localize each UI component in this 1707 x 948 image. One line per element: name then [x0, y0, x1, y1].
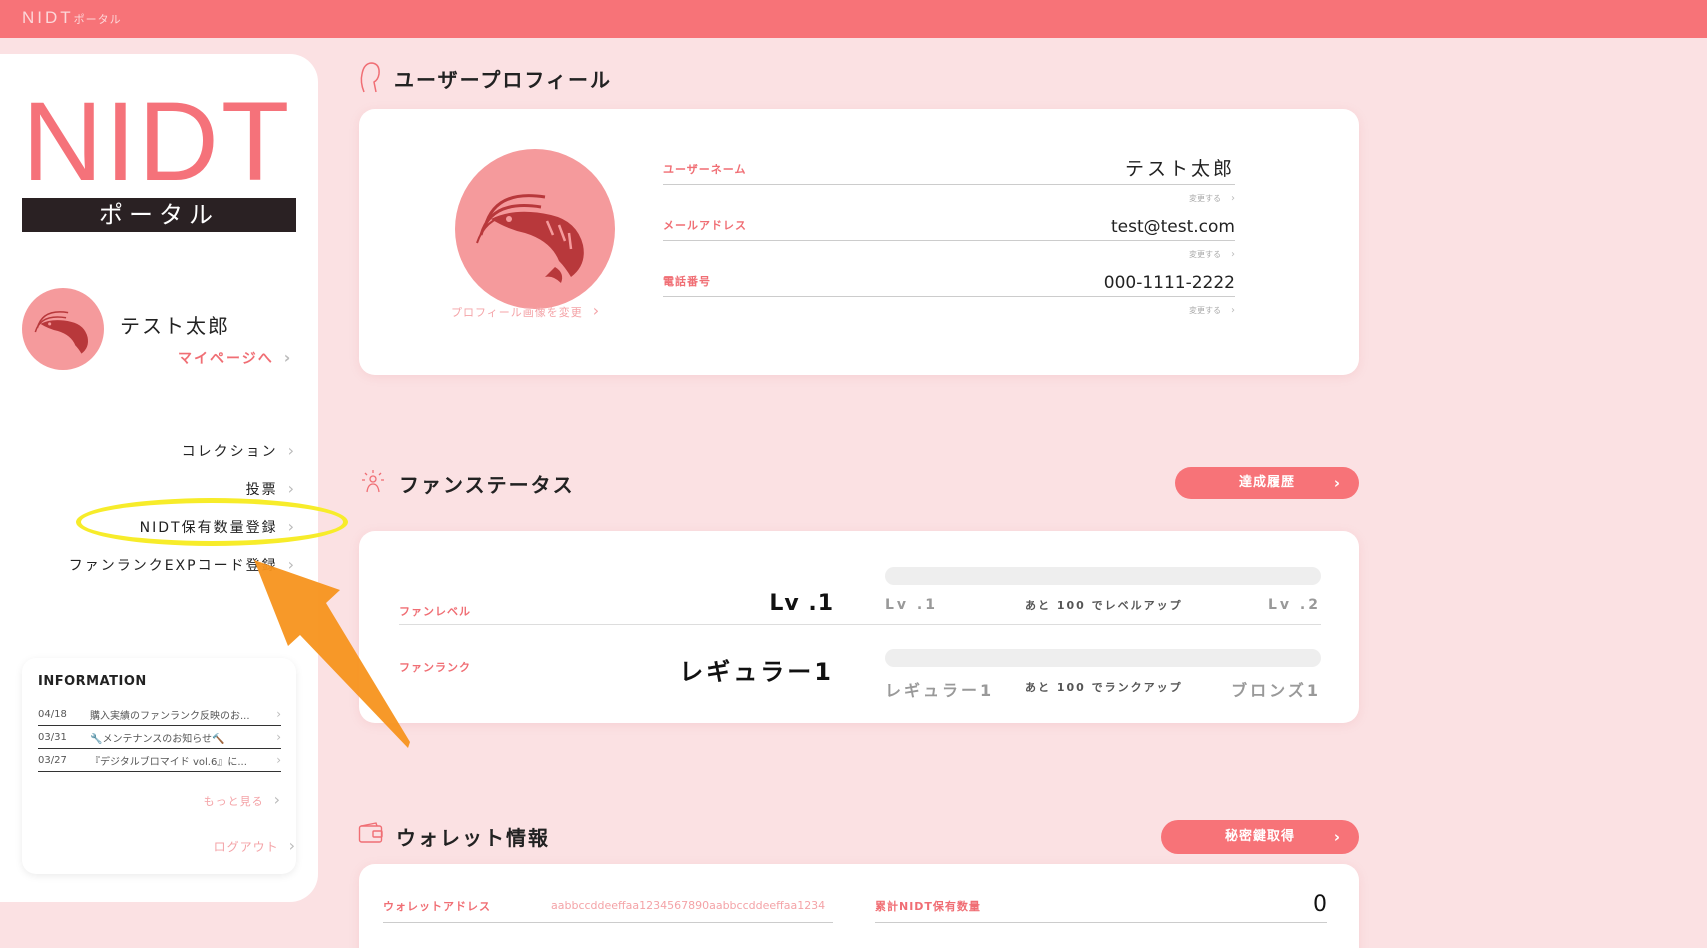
chevron-right-icon: ›	[276, 707, 281, 721]
shrimp-icon	[476, 194, 584, 283]
chevron-right-icon: ›	[276, 730, 281, 744]
info-text: 購入実績のファンランク反映のお...	[90, 710, 250, 722]
wallet-address-label: ウォレットアドレス	[383, 900, 491, 913]
info-item[interactable]: 03/27 『デジタルブロマイド vol.6』に... ›	[38, 749, 281, 772]
phone-change-label: 変更する	[1189, 306, 1221, 315]
chevron-right-icon: ›	[592, 301, 601, 320]
logo-main: NIDT	[22, 79, 292, 204]
wallet-card: ウォレットアドレス aabbccddeeffaa1234567890aabbcc…	[359, 864, 1359, 948]
information-title: INFORMATION	[38, 674, 147, 689]
nav-exp-code-label: ファンランクEXPコード登録	[68, 558, 278, 574]
rank-progress-bar	[885, 649, 1321, 667]
email-value: test@test.com	[1110, 217, 1235, 237]
fan-rank-value: レギュラー1	[679, 658, 834, 686]
level-note: あと 100 でレベルアップ	[1025, 599, 1183, 612]
chevron-right-icon: ›	[283, 348, 293, 367]
get-secret-key-button[interactable]: 秘密鍵取得 ›	[1161, 820, 1359, 854]
wallet-address-value: aabbccddeeffaa1234567890aabbccddeeffaa12…	[551, 899, 826, 912]
sidebar-avatar[interactable]	[22, 288, 104, 370]
email-label: メールアドレス	[663, 219, 747, 232]
achievement-history-label: 達成履歴	[1238, 475, 1295, 490]
username-label: ユーザーネーム	[663, 163, 747, 176]
profile-title: ユーザープロフィール	[394, 68, 612, 92]
info-more-label: もっと見る	[203, 795, 264, 808]
phone-value: 000-1111-2222	[1103, 273, 1235, 293]
logout-link[interactable]: ログアウト ›	[214, 836, 296, 855]
rank-to: ブロンズ1	[1231, 681, 1321, 700]
phone-field: 電話番号 000-1111-2222 変更する ›	[663, 253, 1235, 316]
nav-exp-code[interactable]: ファンランクEXPコード登録 ›	[69, 546, 296, 584]
chevron-right-icon: ›	[1333, 474, 1341, 492]
info-date: 04/18	[38, 708, 67, 720]
rank-note: あと 100 でランクアップ	[1025, 681, 1183, 694]
username-value: テスト太郎	[1124, 158, 1235, 180]
fan-status-title: ファンステータス	[399, 473, 575, 497]
email-field: メールアドレス test@test.com 変更する ›	[663, 197, 1235, 260]
top-brand[interactable]: NIDTポータル	[22, 8, 122, 28]
portal-logo[interactable]: NIDT ポータル	[22, 79, 296, 232]
chevron-right-icon: ›	[273, 790, 281, 809]
nav-vote-label: 投票	[245, 482, 278, 498]
fan-status-card: ファンレベル Lv .1 Lv .1 あと 100 でレベルアップ Lv .2 …	[359, 531, 1359, 723]
nav-collection[interactable]: コレクション ›	[69, 432, 296, 470]
profile-card: プロフィール画像を変更 › ユーザーネーム テスト太郎 変更する › メールアドレス…	[359, 109, 1359, 375]
info-date: 03/31	[38, 731, 67, 743]
sidebar-user-name: テスト太郎	[120, 314, 230, 338]
top-brand-main: NIDT	[22, 8, 74, 27]
divider	[663, 240, 1235, 241]
wallet-icon	[358, 822, 383, 843]
fan-cheer-icon	[362, 470, 384, 493]
nav-collection-label: コレクション	[181, 444, 278, 460]
get-secret-key-label: 秘密鍵取得	[1224, 829, 1295, 844]
rank-from: レギュラー1	[885, 681, 995, 700]
info-text: 『デジタルブロマイド vol.6』に...	[90, 756, 247, 768]
profile-avatar[interactable]	[455, 149, 615, 309]
level-to: Lv .2	[1268, 597, 1321, 613]
divider	[383, 922, 833, 923]
top-brand-sub: ポータル	[73, 14, 122, 26]
phone-change-link[interactable]: 変更する ›	[1189, 305, 1235, 316]
level-progress-bar	[885, 567, 1321, 585]
logout-label: ログアウト	[213, 840, 279, 854]
chevron-right-icon: ›	[1231, 305, 1235, 316]
mypage-label: マイページへ	[178, 351, 274, 367]
fan-rank-label: ファンランク	[399, 661, 471, 674]
info-date: 03/27	[38, 754, 67, 766]
chevron-right-icon: ›	[276, 753, 281, 767]
info-item[interactable]: 03/31 🔧メンテナンスのお知らせ🔨 ›	[38, 726, 281, 749]
profile-head-icon	[360, 62, 380, 93]
total-nidt-value: 0	[1313, 892, 1327, 917]
wallet-title: ウォレット情報	[396, 826, 550, 850]
fan-level-label: ファンレベル	[399, 605, 471, 618]
level-from: Lv .1	[885, 597, 938, 613]
info-item[interactable]: 04/18 購入実績のファンランク反映のお... ›	[38, 703, 281, 726]
divider	[663, 296, 1235, 297]
mypage-link[interactable]: マイページへ ›	[178, 348, 292, 368]
sidebar: NIDT ポータル テスト太郎 マイページへ › コレクション › 投票 › NIDT…	[0, 54, 318, 902]
chevron-right-icon: ›	[287, 555, 296, 574]
chevron-right-icon: ›	[287, 479, 296, 498]
divider	[663, 184, 1235, 185]
info-text: 🔧メンテナンスのお知らせ🔨	[90, 733, 225, 745]
chevron-right-icon: ›	[287, 441, 296, 460]
shrimp-icon	[34, 311, 89, 354]
change-profile-image-label: プロフィール画像を変更	[451, 306, 583, 319]
total-nidt-label: 累計NIDT保有数量	[875, 900, 981, 913]
chevron-right-icon: ›	[288, 836, 296, 855]
chevron-right-icon: ›	[1333, 828, 1341, 846]
highlight-ellipse	[76, 498, 348, 546]
top-bar: NIDTポータル	[0, 0, 1707, 38]
divider	[399, 624, 1321, 625]
fan-level-value: Lv .1	[769, 591, 834, 616]
info-more-link[interactable]: もっと見る ›	[38, 790, 281, 809]
username-field: ユーザーネーム テスト太郎 変更する ›	[663, 141, 1235, 204]
phone-label: 電話番号	[663, 275, 711, 288]
achievement-history-button[interactable]: 達成履歴 ›	[1175, 467, 1359, 499]
change-profile-image-link[interactable]: プロフィール画像を変更 ›	[451, 301, 600, 320]
divider	[875, 922, 1327, 923]
